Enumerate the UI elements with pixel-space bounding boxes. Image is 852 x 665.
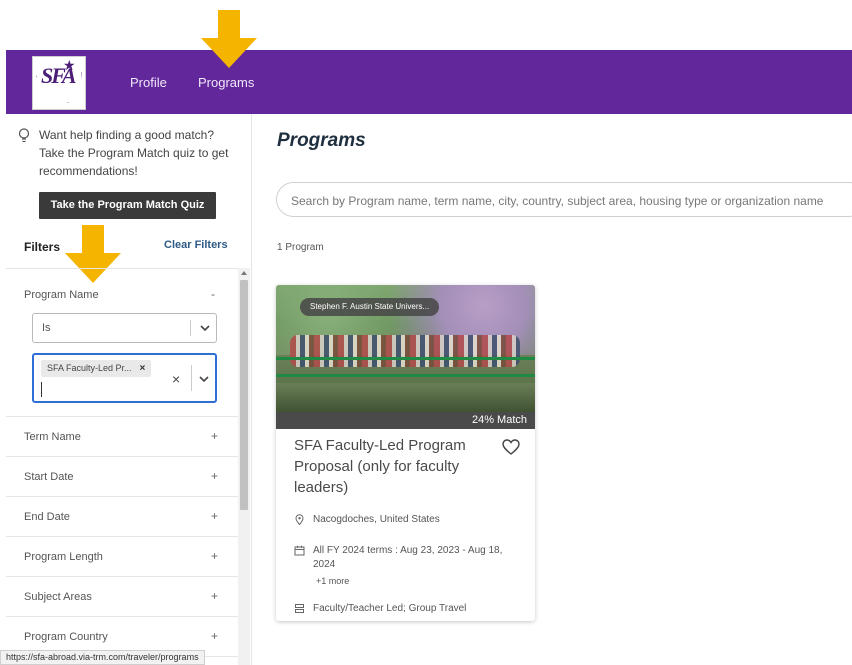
- chip-remove-icon[interactable]: ×: [140, 363, 146, 374]
- scroll-up-icon[interactable]: [241, 271, 247, 275]
- clear-filters-link[interactable]: Clear Filters: [164, 239, 228, 251]
- organization-badge: Stephen F. Austin State Univers...: [300, 298, 440, 316]
- program-type: Faculty/Teacher Led; Group Travel: [294, 602, 466, 616]
- filter-program-length[interactable]: Program Length +: [6, 537, 238, 577]
- expand-toggle[interactable]: +: [211, 469, 218, 483]
- filter-label: Subject Areas: [24, 591, 92, 603]
- annotation-arrow-icon: [201, 10, 257, 68]
- location-text: Nacogdoches, United States: [313, 514, 440, 525]
- filters-heading: Filters: [24, 240, 61, 254]
- filter-label: End Date: [24, 511, 70, 523]
- terms-text: All FY 2024 terms : Aug 23, 2023 - Aug 1…: [313, 545, 503, 570]
- filter-label: Program Country: [24, 631, 108, 643]
- expand-toggle[interactable]: +: [211, 549, 218, 563]
- collapse-toggle[interactable]: -: [211, 287, 215, 301]
- chevron-down-icon[interactable]: [199, 322, 211, 334]
- program-type-icon: [295, 604, 304, 613]
- filter-sidebar: Want help finding a good match? Take the…: [6, 114, 252, 665]
- search-placeholder: Search by Program name, term name, city,…: [291, 194, 824, 208]
- page-title: Programs: [277, 130, 366, 151]
- result-count: 1 Program: [277, 242, 324, 253]
- program-search-input[interactable]: Search by Program name, term name, city,…: [276, 182, 852, 217]
- filter-end-date[interactable]: End Date +: [6, 497, 238, 537]
- program-type-text: Faculty/Teacher Led; Group Travel: [313, 603, 467, 614]
- expand-toggle[interactable]: +: [211, 589, 218, 603]
- star-icon: ★: [63, 57, 76, 73]
- select-divider: [191, 365, 192, 391]
- heart-icon[interactable]: [502, 439, 520, 455]
- help-text: Want help finding a good match? Take the…: [39, 128, 229, 178]
- location-pin-icon: [295, 514, 304, 525]
- expand-toggle[interactable]: +: [211, 429, 218, 443]
- page: { "header": { "logo_label": "SFA", "nav"…: [0, 0, 852, 665]
- program-terms: All FY 2024 terms : Aug 23, 2023 - Aug 1…: [294, 544, 519, 572]
- match-percent: 24% Match: [471, 414, 527, 426]
- expand-toggle[interactable]: +: [211, 509, 218, 523]
- text-cursor: [41, 382, 42, 397]
- nav-programs-link[interactable]: Programs: [198, 75, 254, 90]
- program-location: Nacogdoches, United States: [294, 513, 440, 527]
- select-divider: [190, 320, 191, 336]
- scroll-thumb[interactable]: [240, 280, 248, 510]
- expand-toggle[interactable]: +: [211, 629, 218, 643]
- photo-bridge-rail: [276, 357, 535, 377]
- program-photo: Stephen F. Austin State Univers...: [276, 285, 535, 412]
- filter-term-name[interactable]: Term Name +: [6, 417, 238, 457]
- lightbulb-icon: [18, 128, 30, 143]
- nav-profile-link[interactable]: Profile: [130, 75, 167, 90]
- sfa-logo[interactable]: SFA ★: [32, 56, 86, 110]
- selected-program-chip: SFA Faculty-Led Pr... ×: [41, 360, 152, 377]
- program-card[interactable]: Stephen F. Austin State Univers... 24% M…: [276, 285, 535, 621]
- top-nav-bar: SFA ★ Profile Programs: [6, 50, 852, 114]
- filters-list: Program Name - Is SFA Faculty-Led Pr... ×…: [6, 268, 238, 665]
- operator-select[interactable]: Is: [32, 313, 217, 343]
- sidebar-scrollbar[interactable]: [238, 268, 250, 665]
- calendar-icon: [294, 545, 305, 556]
- match-bar: 24% Match: [276, 412, 535, 429]
- chevron-down-icon[interactable]: [198, 373, 210, 385]
- chip-label: SFA Faculty-Led Pr...: [47, 363, 132, 373]
- operator-value: Is: [42, 322, 51, 334]
- clear-selection-icon[interactable]: ×: [172, 371, 180, 387]
- program-title[interactable]: SFA Faculty-Led Program Proposal (only f…: [294, 435, 494, 498]
- filter-start-date[interactable]: Start Date +: [6, 457, 238, 497]
- status-bar-url: https://sfa-abroad.via-trm.com/traveler/…: [0, 650, 205, 665]
- more-terms-link[interactable]: +1 more: [316, 576, 349, 586]
- program-match-quiz-button[interactable]: Take the Program Match Quiz: [39, 192, 216, 219]
- filter-label: Term Name: [24, 431, 81, 443]
- filter-label: Start Date: [24, 471, 74, 483]
- filter-label[interactable]: Program Name: [24, 289, 99, 301]
- quiz-help: Want help finding a good match? Take the…: [18, 126, 238, 180]
- filter-label: Program Length: [24, 551, 103, 563]
- photo-ground: [276, 383, 535, 412]
- filter-program-name: Program Name - Is SFA Faculty-Led Pr... ×…: [6, 269, 238, 417]
- program-name-multiselect[interactable]: SFA Faculty-Led Pr... × ×: [32, 353, 217, 403]
- filter-subject-areas[interactable]: Subject Areas +: [6, 577, 238, 617]
